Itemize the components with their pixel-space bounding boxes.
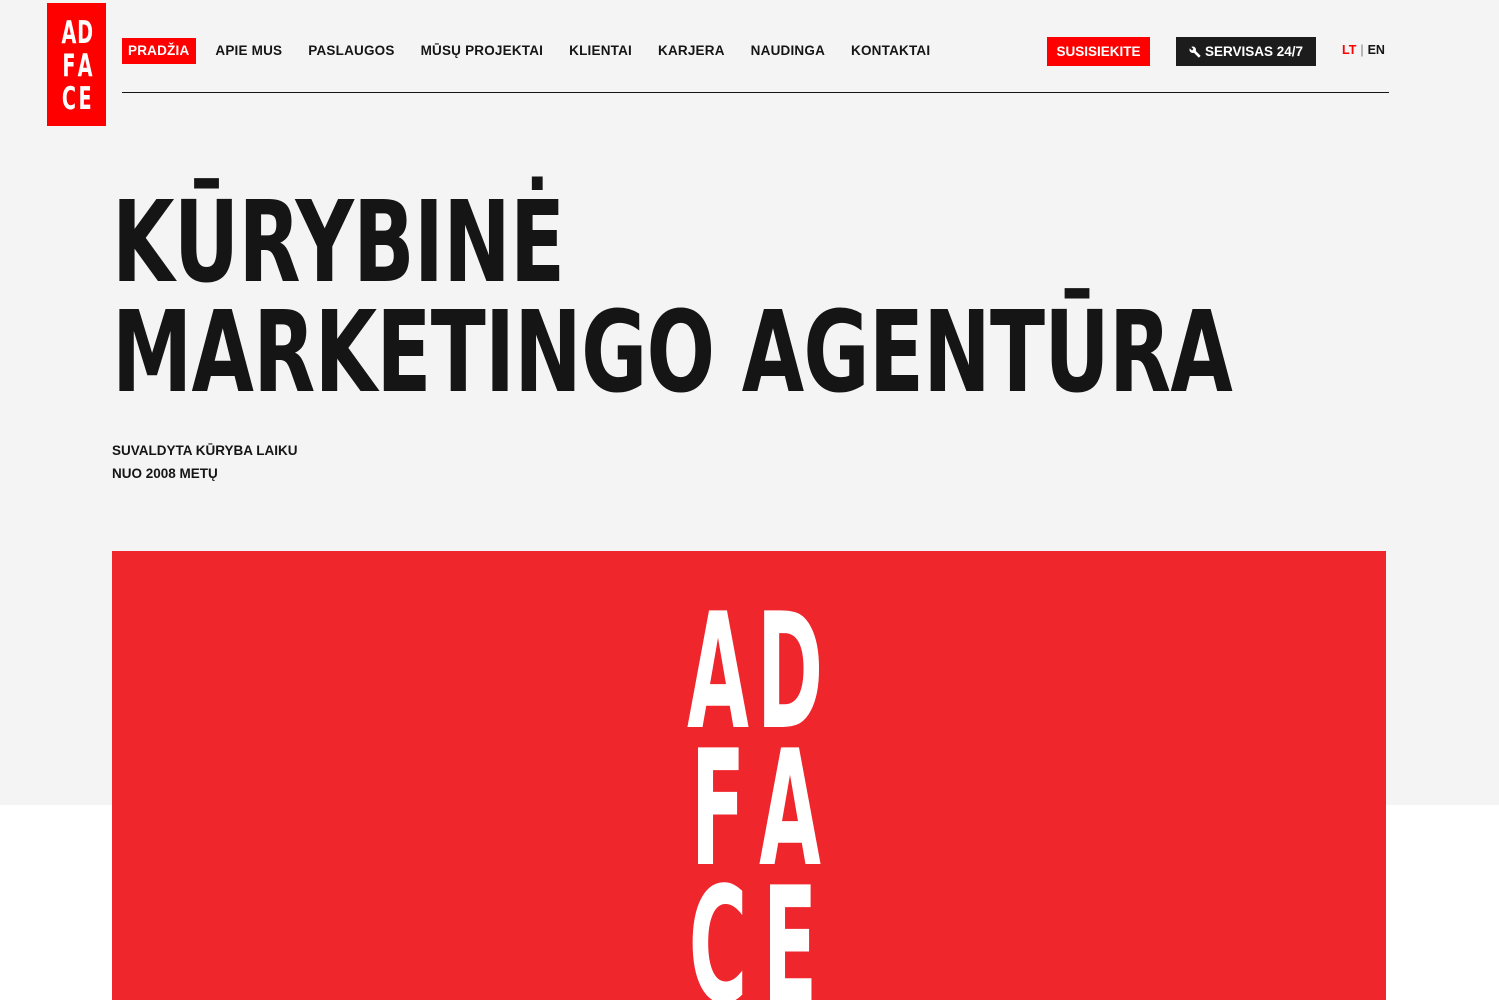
banner-logo-letter: E xyxy=(762,852,818,1000)
logo-letter: C xyxy=(61,81,76,117)
nav-item-musu-projektai[interactable]: MŪSŲ PROJEKTAI xyxy=(421,38,544,64)
logo-letter: D xyxy=(76,15,93,51)
hero-title-line2: MARKETINGO AGENTŪRA xyxy=(112,288,1233,418)
hero-tagline: SUVALDYTA KŪRYBA LAIKU NUO 2008 METŲ xyxy=(112,439,298,485)
hero-title: KŪRYBINĖ MARKETINGO AGENTŪRA xyxy=(112,178,1233,418)
hero-banner: AD FA CE xyxy=(112,551,1386,1000)
banner-logo: AD FA CE xyxy=(684,592,824,1000)
nav-item-apie-mus[interactable]: APIE MUS xyxy=(215,38,282,64)
logo-letter: F xyxy=(61,48,76,84)
main-nav: PRADŽIA APIE MUS PASLAUGOS MŪSŲ PROJEKTA… xyxy=(122,38,956,64)
logo[interactable]: AD FA CE xyxy=(47,3,106,126)
lang-lt[interactable]: LT xyxy=(1342,43,1356,57)
tagline-line2: NUO 2008 METŲ xyxy=(112,466,218,481)
nav-divider xyxy=(122,92,1389,93)
nav-item-pradzia[interactable]: PRADŽIA xyxy=(122,38,197,64)
nav-item-karjera[interactable]: KARJERA xyxy=(658,38,725,64)
logo-letter: A xyxy=(61,15,76,51)
banner-logo-letter: C xyxy=(688,852,748,1000)
nav-item-klientai[interactable]: KLIENTAI xyxy=(569,38,632,64)
lang-en[interactable]: EN xyxy=(1368,43,1385,57)
nav-item-paslaugos[interactable]: PASLAUGOS xyxy=(308,38,394,64)
tagline-line1: SUVALDYTA KŪRYBA LAIKU xyxy=(112,443,298,458)
hero-title-line1: KŪRYBINĖ xyxy=(112,178,565,308)
nav-item-naudinga[interactable]: NAUDINGA xyxy=(751,38,825,64)
wrench-icon xyxy=(1189,46,1201,57)
logo-letter: A xyxy=(77,48,92,84)
lang-separator: | xyxy=(1360,43,1364,57)
logo-letter: E xyxy=(77,81,92,117)
service-button-label: SERVISAS 24/7 xyxy=(1204,44,1304,59)
service-button[interactable]: SERVISAS 24/7 xyxy=(1176,37,1316,66)
language-switcher: LT | EN xyxy=(1342,43,1385,57)
nav-item-kontaktai[interactable]: KONTAKTAI xyxy=(851,38,930,64)
contact-button[interactable]: SUSISIEKITE xyxy=(1047,37,1150,66)
